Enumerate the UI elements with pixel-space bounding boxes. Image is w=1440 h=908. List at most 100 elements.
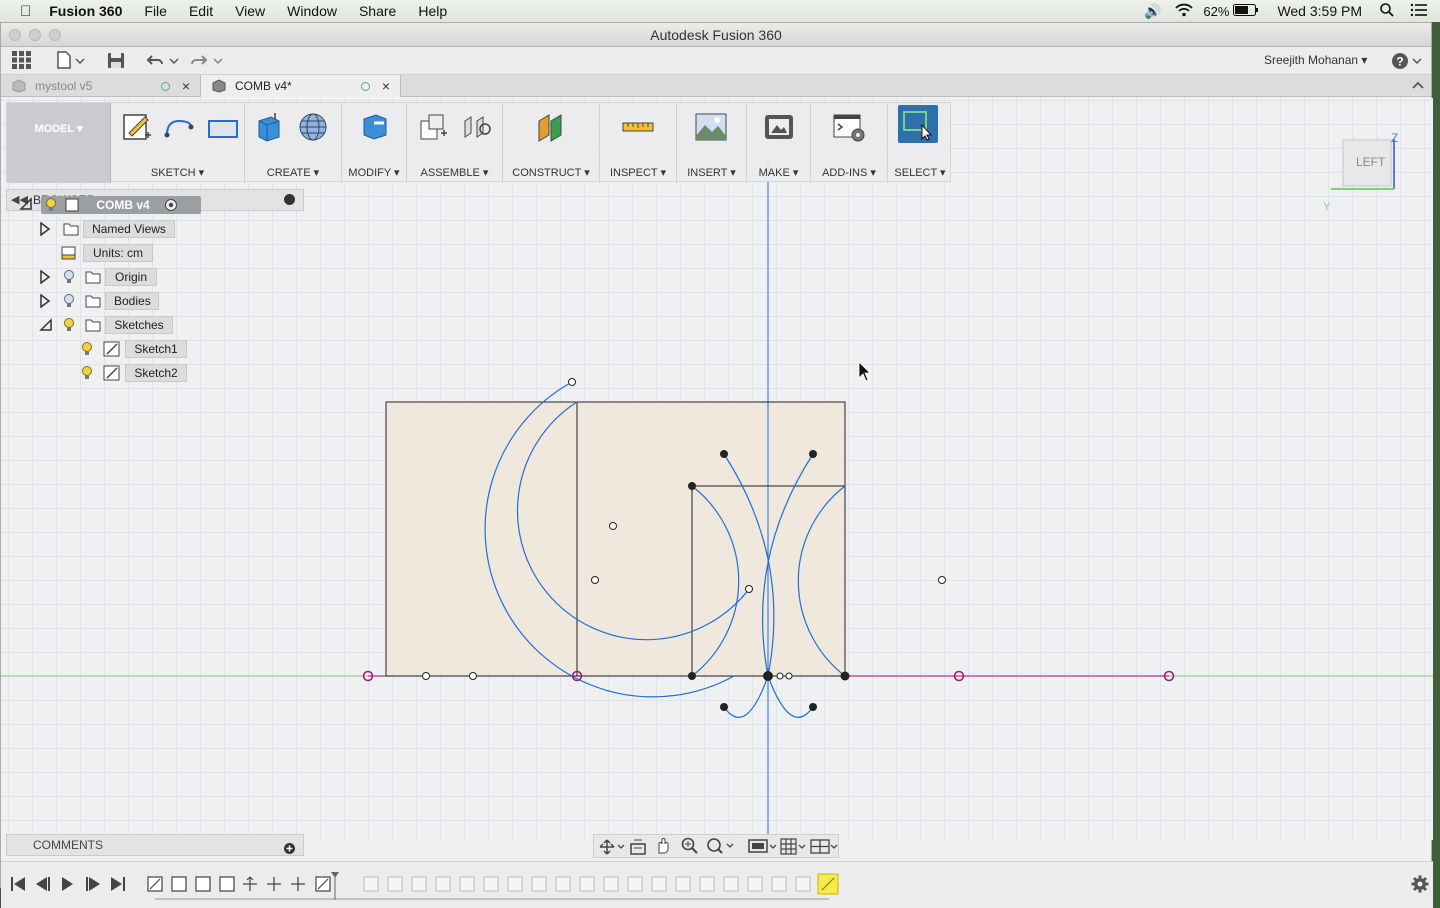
assemble-group[interactable]: ASSEMBLE ▾ bbox=[407, 103, 503, 183]
tree-node-origin[interactable]: Origin bbox=[37, 267, 237, 287]
doc-tab-mystool[interactable]: mystool v5 × bbox=[1, 75, 201, 97]
undo-icon[interactable] bbox=[146, 52, 180, 71]
insert-image-icon[interactable] bbox=[695, 111, 727, 143]
tree-node-bodies[interactable]: Bodies bbox=[37, 291, 237, 311]
tree-node-named-views[interactable]: Named Views bbox=[37, 219, 237, 239]
volume-icon[interactable]: 🔊 bbox=[1144, 3, 1161, 20]
folder-icon bbox=[85, 270, 101, 290]
menu-file[interactable]: File bbox=[144, 3, 167, 19]
minimize-window-button[interactable] bbox=[29, 29, 41, 41]
make-group[interactable]: MAKE ▾ bbox=[747, 103, 811, 183]
file-menu-icon[interactable] bbox=[56, 51, 86, 72]
create-form-icon[interactable] bbox=[297, 111, 329, 143]
pan-hand-icon[interactable] bbox=[654, 837, 672, 858]
fit-zoom-icon[interactable] bbox=[706, 837, 736, 858]
visibility-bulb-icon[interactable] bbox=[81, 342, 93, 362]
add-comment-icon[interactable] bbox=[284, 840, 295, 860]
close-tab-icon[interactable]: × bbox=[182, 75, 190, 97]
timeline-playback-controls[interactable] bbox=[9, 875, 131, 893]
create-sketch-icon[interactable] bbox=[121, 111, 153, 143]
menu-view[interactable]: View bbox=[235, 3, 265, 19]
look-at-icon[interactable] bbox=[629, 838, 647, 859]
tree-node-sketches[interactable]: Sketches bbox=[37, 315, 237, 335]
visibility-bulb-icon[interactable] bbox=[63, 294, 75, 314]
help-icon[interactable]: ? bbox=[1391, 52, 1423, 73]
workspace-switcher[interactable]: MODEL ▾ bbox=[7, 103, 111, 183]
sketch-group[interactable]: SKETCH ▾ bbox=[111, 103, 245, 183]
battery-icon[interactable] bbox=[1233, 3, 1259, 19]
chevron-up-icon[interactable] bbox=[1411, 79, 1425, 94]
grid-settings-icon[interactable] bbox=[780, 838, 806, 859]
visibility-bulb-icon[interactable] bbox=[45, 198, 57, 218]
visibility-bulb-icon[interactable] bbox=[63, 318, 75, 338]
menu-share[interactable]: Share bbox=[359, 3, 396, 19]
sketch-profile[interactable] bbox=[386, 402, 845, 676]
measure-icon[interactable] bbox=[622, 111, 654, 143]
app-menu[interactable]: Fusion 360 bbox=[49, 3, 122, 19]
view-cube-face-label[interactable]: LEFT bbox=[1356, 155, 1385, 169]
tree-node-sketch1[interactable]: Sketch1 bbox=[77, 339, 277, 359]
menu-help[interactable]: Help bbox=[418, 3, 447, 19]
wifi-icon[interactable] bbox=[1175, 3, 1194, 20]
scripts-addins-icon[interactable] bbox=[833, 111, 865, 143]
expand-triangle-icon[interactable] bbox=[39, 269, 51, 290]
visibility-bulb-icon[interactable] bbox=[63, 270, 75, 290]
construct-group[interactable]: CONSTRUCT ▾ bbox=[503, 103, 600, 183]
expand-triangle-icon[interactable] bbox=[39, 293, 51, 314]
minimize-browser-icon[interactable] bbox=[284, 194, 295, 205]
menubar-clock[interactable]: Wed 3:59 PM bbox=[1277, 3, 1362, 19]
inspect-group[interactable]: INSPECT ▾ bbox=[600, 103, 677, 183]
data-panel-grid-icon[interactable] bbox=[12, 51, 32, 72]
tree-root-comb[interactable]: COMB v4 bbox=[19, 195, 219, 215]
expand-triangle-icon[interactable] bbox=[39, 221, 51, 242]
active-features[interactable] bbox=[147, 876, 331, 892]
menu-window[interactable]: Window bbox=[287, 3, 337, 19]
component-icon bbox=[11, 78, 27, 100]
close-tab-icon[interactable]: × bbox=[382, 75, 390, 97]
visibility-bulb-icon[interactable] bbox=[81, 366, 93, 386]
display-settings-icon[interactable] bbox=[748, 838, 778, 859]
comments-panel-header[interactable]: COMMENTS bbox=[6, 834, 304, 856]
apple-icon[interactable]:  bbox=[20, 3, 31, 20]
tree-node-units[interactable]: Units: cm bbox=[37, 243, 237, 263]
create-group[interactable]: CREATE ▾ bbox=[245, 103, 342, 183]
close-window-button[interactable] bbox=[9, 29, 21, 41]
orbit-icon[interactable] bbox=[598, 838, 626, 859]
joint-icon[interactable] bbox=[461, 111, 493, 143]
timeline-features[interactable] bbox=[145, 872, 845, 904]
user-account-menu[interactable]: Sreejith Mohanan ▾ bbox=[1264, 53, 1367, 67]
line-tool-icon[interactable] bbox=[163, 111, 195, 143]
zoom-icon[interactable] bbox=[681, 837, 699, 858]
timeline-settings-gear-icon[interactable] bbox=[1411, 875, 1429, 896]
insert-group[interactable]: INSERT ▾ bbox=[677, 103, 747, 183]
redo-icon[interactable] bbox=[190, 52, 224, 71]
view-cube[interactable]: LEFT Z Y bbox=[1323, 127, 1423, 227]
add-ins-group[interactable]: ADD-INS ▾ bbox=[811, 103, 888, 183]
spotlight-search-icon[interactable] bbox=[1380, 2, 1394, 20]
offset-plane-icon[interactable] bbox=[535, 111, 567, 143]
activate-radio-icon[interactable] bbox=[164, 198, 178, 218]
doc-tab-comb[interactable]: COMB v4* × bbox=[201, 75, 401, 97]
save-icon[interactable] bbox=[107, 52, 125, 72]
collapse-triangle-icon[interactable] bbox=[39, 318, 53, 338]
tree-node-sketch2[interactable]: Sketch2 bbox=[77, 363, 277, 383]
notification-center-icon[interactable] bbox=[1410, 3, 1428, 20]
sketch-icon bbox=[103, 341, 121, 363]
zoom-window-button[interactable] bbox=[49, 29, 61, 41]
collapse-triangle-icon[interactable] bbox=[19, 197, 33, 217]
modify-menu-label: MODIFY ▾ bbox=[348, 167, 400, 179]
select-group[interactable]: SELECT ▾ bbox=[888, 103, 952, 183]
select-cursor-icon[interactable] bbox=[902, 109, 934, 141]
new-component-icon[interactable] bbox=[417, 111, 449, 143]
extrude-icon[interactable] bbox=[253, 111, 285, 143]
rectangle-tool-icon[interactable] bbox=[207, 111, 239, 143]
suppressed-features[interactable] bbox=[363, 876, 811, 892]
press-pull-icon[interactable] bbox=[358, 111, 390, 143]
menu-edit[interactable]: Edit bbox=[189, 3, 213, 19]
select-menu-label: SELECT ▾ bbox=[894, 167, 946, 179]
viewports-icon[interactable] bbox=[810, 838, 838, 859]
sketch-menu-label: SKETCH ▾ bbox=[150, 167, 205, 179]
modify-group[interactable]: MODIFY ▾ bbox=[342, 103, 407, 183]
3d-print-icon[interactable] bbox=[763, 111, 795, 143]
folder-icon bbox=[85, 294, 101, 314]
